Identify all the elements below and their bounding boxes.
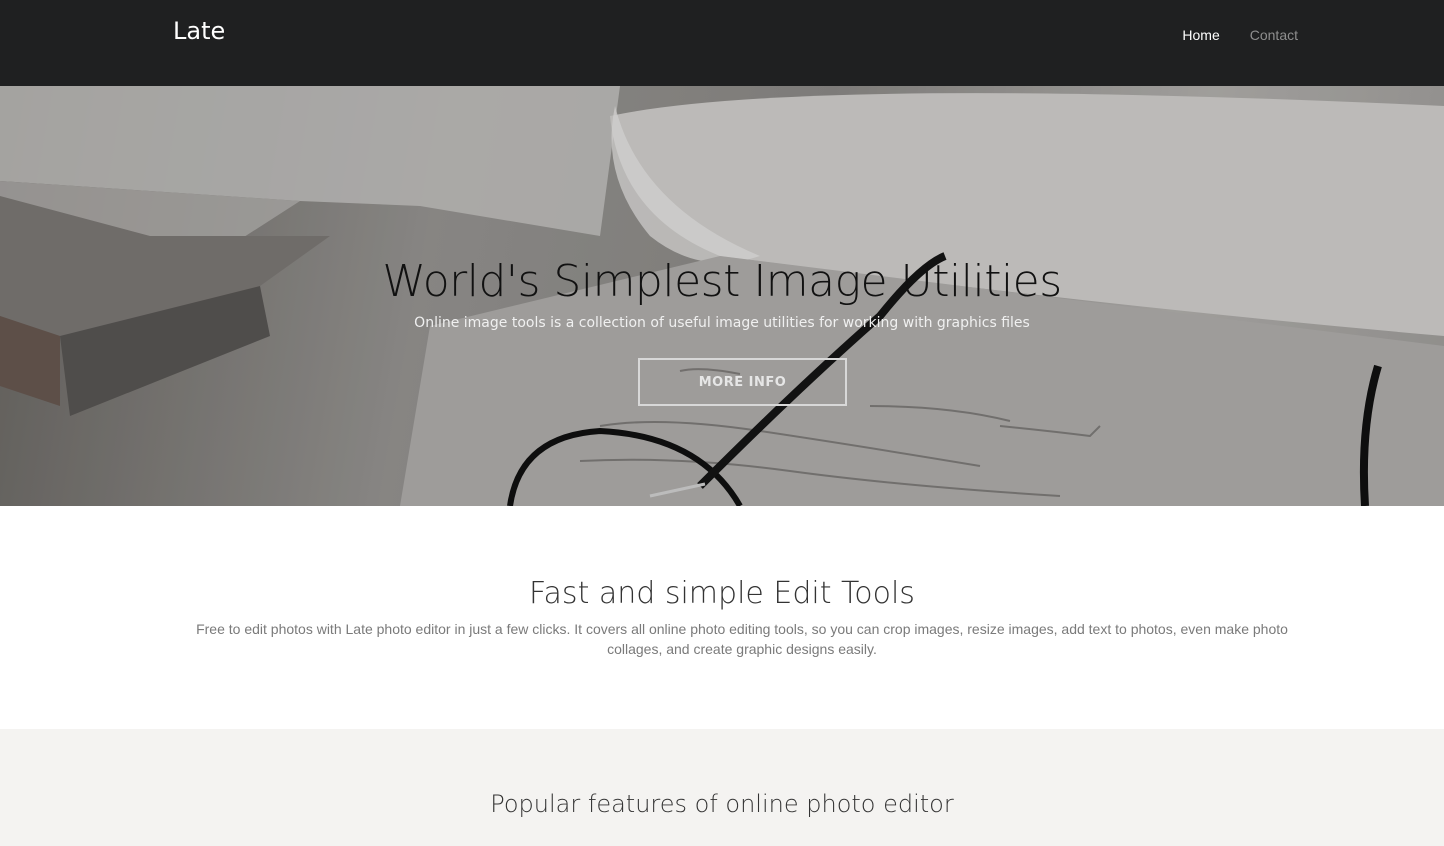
features-intro-section: Fast and simple Edit Tools Free to edit … [0,506,1444,729]
nav-link-contact[interactable]: Contact [1250,27,1298,43]
nav-links: Home Contact [1182,27,1298,43]
features-intro-text: Free to edit photos with Late photo edit… [196,621,1288,657]
brand-logo[interactable]: Late [173,17,225,45]
popular-features-title: Popular features of online photo editor [490,790,954,818]
hero-title: World's Simplest Image Utilities [382,256,1062,307]
features-intro-title: Fast and simple Edit Tools [529,576,915,611]
more-info-button[interactable]: MORE INFO [638,358,847,406]
hero-section: World's Simplest Image Utilities Online … [0,86,1444,506]
navbar: Late Home Contact [0,0,1444,86]
nav-link-home[interactable]: Home [1182,27,1219,43]
page: Late Home Contact World's Simplest Image… [0,0,1444,846]
popular-features-section: Popular features of online photo editor [0,729,1444,846]
hero-subtitle: Online image tools is a collection of us… [414,315,1030,331]
